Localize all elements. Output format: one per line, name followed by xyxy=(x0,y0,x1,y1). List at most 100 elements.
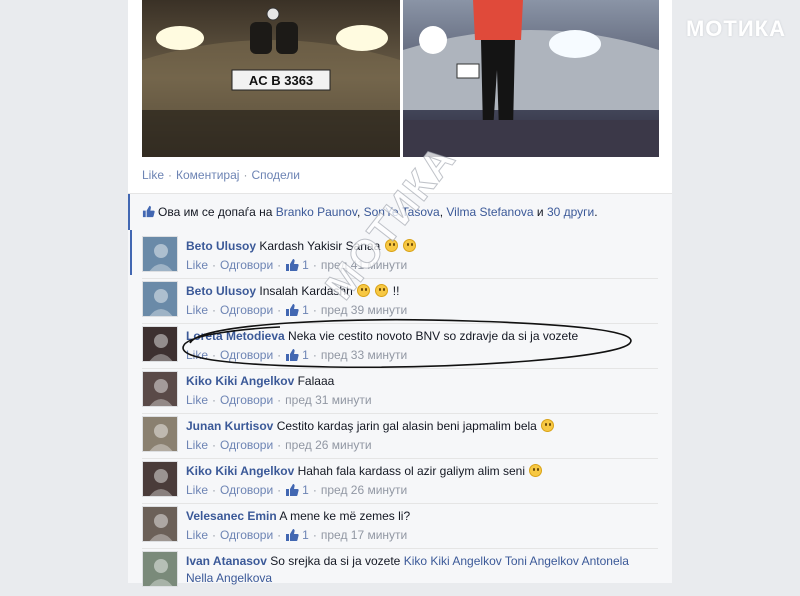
comment-timestamp[interactable]: пред 26 минути xyxy=(285,438,371,452)
separator: · xyxy=(212,393,217,407)
comment-like-link[interactable]: Like xyxy=(186,438,208,452)
comment-timestamp[interactable]: пред 39 минути xyxy=(321,303,407,317)
comment-author[interactable]: Beto Ulusoy xyxy=(186,284,256,298)
avatar[interactable] xyxy=(142,326,178,362)
separator: · xyxy=(277,483,282,497)
comment-timestamp[interactable]: пред 26 минути xyxy=(321,483,407,497)
comment-reply-link[interactable]: Одговори xyxy=(220,258,273,272)
comment-text: Cestito kardaş jarin gal alasin beni jap… xyxy=(276,419,537,433)
comment-author[interactable]: Velesanec Emin xyxy=(186,509,277,523)
thumbs-up-icon[interactable] xyxy=(285,528,299,548)
divider xyxy=(142,413,658,414)
comment-meta: Like · Одговори · 1 · пред 41 минути xyxy=(186,255,656,278)
separator: · xyxy=(312,483,317,497)
avatar[interactable] xyxy=(142,281,178,317)
comment-reply-link[interactable]: Одговори xyxy=(220,303,273,317)
comment-line: Loreta Metodieva Neka vie cestito novoto… xyxy=(186,328,656,345)
comments-section: Ова им се допаѓа на Branko Paunov, SonYe… xyxy=(128,194,672,587)
comment-like-count[interactable]: 1 xyxy=(302,483,309,497)
comment-text: Insalah Kardashh xyxy=(259,284,353,298)
smiley-emoji-icon xyxy=(384,239,398,252)
comment-timestamp[interactable]: пред 41 минути xyxy=(321,258,407,272)
thumbs-up-icon[interactable] xyxy=(285,258,299,278)
comment-reply-link[interactable]: Одговори xyxy=(220,483,273,497)
post-like-link[interactable]: Like xyxy=(142,168,164,182)
page-background-right xyxy=(672,0,800,583)
person-with-car-photo[interactable] xyxy=(403,0,659,157)
post-comment-link[interactable]: Коментирај xyxy=(176,168,239,182)
smiley-emoji-icon xyxy=(375,284,389,297)
divider xyxy=(142,278,658,279)
mention-link[interactable]: Toni Angelkov xyxy=(505,554,579,568)
liker-name[interactable]: SonYe Tasova xyxy=(364,205,440,219)
likes-prefix: Ова им се допаѓа на xyxy=(158,205,273,219)
comment-like-count[interactable]: 1 xyxy=(302,258,309,272)
separator: · xyxy=(212,348,217,362)
comment-meta: Like · Одговори · 1 · пред 26 минути xyxy=(186,480,656,503)
comment-line: Ivan Atanasov So srejka da si ja vozete … xyxy=(186,553,656,587)
separator: · xyxy=(212,258,217,272)
comment-like-count[interactable]: 1 xyxy=(302,348,309,362)
comment-item: Beto Ulusoy Kardash Yakisir Sanaa Like · О… xyxy=(142,236,662,281)
separator: · xyxy=(212,438,217,452)
comment-line: Kiko Kiki Angelkov Hahah fala kardass ol… xyxy=(186,463,656,480)
new-comment-indicator xyxy=(130,230,132,275)
car-front-photo[interactable]: AC B 3363 xyxy=(142,0,400,157)
avatar[interactable] xyxy=(142,461,178,497)
thumbs-up-icon[interactable] xyxy=(285,348,299,368)
comment-author[interactable]: Ivan Atanasov xyxy=(186,554,267,568)
separator: · xyxy=(277,438,282,452)
others-link[interactable]: 30 други xyxy=(547,205,594,219)
comma: , xyxy=(356,205,361,219)
comment-author[interactable]: Kiko Kiki Angelkov xyxy=(186,464,294,478)
comment-reply-link[interactable]: Одговори xyxy=(220,528,273,542)
liker-name[interactable]: Vilma Stefanova xyxy=(446,205,533,219)
comment-meta: Like · Одговори · 1 · пред 39 минути xyxy=(186,300,656,323)
mention-link[interactable]: Kiko Kiki Angelkov xyxy=(404,554,502,568)
comment-author[interactable]: Kiko Kiki Angelkov xyxy=(186,374,294,388)
smiley-emoji-icon xyxy=(403,239,417,252)
comment-reply-link[interactable]: Одговори xyxy=(220,393,273,407)
comment-reply-link[interactable]: Одговори xyxy=(220,348,273,362)
comment-like-count[interactable]: 1 xyxy=(302,528,309,542)
avatar[interactable] xyxy=(142,236,178,272)
comment-like-link[interactable]: Like xyxy=(186,528,208,542)
likes-summary: Ова им се допаѓа на Branko Paunov, SonYe… xyxy=(128,194,672,275)
comment-like-link[interactable]: Like xyxy=(186,303,208,317)
smiley-emoji-icon xyxy=(541,419,555,432)
avatar[interactable] xyxy=(142,551,178,587)
post-share-link[interactable]: Сподели xyxy=(251,168,300,182)
comment-text: Hahah fala kardass ol azir galiym alim s… xyxy=(297,464,526,478)
comment-reply-link[interactable]: Одговори xyxy=(220,438,273,452)
comment-author[interactable]: Junan Kurtisov xyxy=(186,419,273,433)
period: . xyxy=(594,205,598,219)
post-actions: Like · Коментирај · Сподели xyxy=(142,168,300,182)
separator: · xyxy=(312,348,317,362)
comment-like-link[interactable]: Like xyxy=(186,393,208,407)
facebook-post: AC B 3363 Like · Коментирај · Сподели Ов… xyxy=(128,0,672,587)
thumbs-up-icon[interactable] xyxy=(285,483,299,503)
comment-line: Beto Ulusoy Insalah Kardashh !! xyxy=(186,283,656,300)
comment-item: Junan Kurtisov Cestito kardaş jarin gal … xyxy=(142,416,662,461)
smiley-emoji-icon xyxy=(357,284,371,297)
comment-like-link[interactable]: Like xyxy=(186,348,208,362)
comment-like-link[interactable]: Like xyxy=(186,483,208,497)
comment-line: Junan Kurtisov Cestito kardaş jarin gal … xyxy=(186,418,656,435)
avatar[interactable] xyxy=(142,371,178,407)
comment-timestamp[interactable]: пред 17 минути xyxy=(321,528,407,542)
comment-author[interactable]: Loreta Metodieva xyxy=(186,329,285,343)
comment-timestamp[interactable]: пред 31 минути xyxy=(285,393,371,407)
comment-line: Beto Ulusoy Kardash Yakisir Sanaa xyxy=(186,238,656,255)
comment-like-link[interactable]: Like xyxy=(186,258,208,272)
comment-like-count[interactable]: 1 xyxy=(302,303,309,317)
comment-item: Ivan Atanasov So srejka da si ja vozete … xyxy=(142,551,662,596)
thumbs-up-icon[interactable] xyxy=(285,303,299,323)
comment-text: A mene ke më zemes li? xyxy=(279,509,411,523)
avatar[interactable] xyxy=(142,506,178,542)
comment-meta: Like · Одговори · пред 31 минути xyxy=(186,390,656,410)
separator: · xyxy=(243,168,248,182)
avatar[interactable] xyxy=(142,416,178,452)
comment-author[interactable]: Beto Ulusoy xyxy=(186,239,256,253)
comment-timestamp[interactable]: пред 33 минути xyxy=(321,348,407,362)
liker-name[interactable]: Branko Paunov xyxy=(276,205,357,219)
